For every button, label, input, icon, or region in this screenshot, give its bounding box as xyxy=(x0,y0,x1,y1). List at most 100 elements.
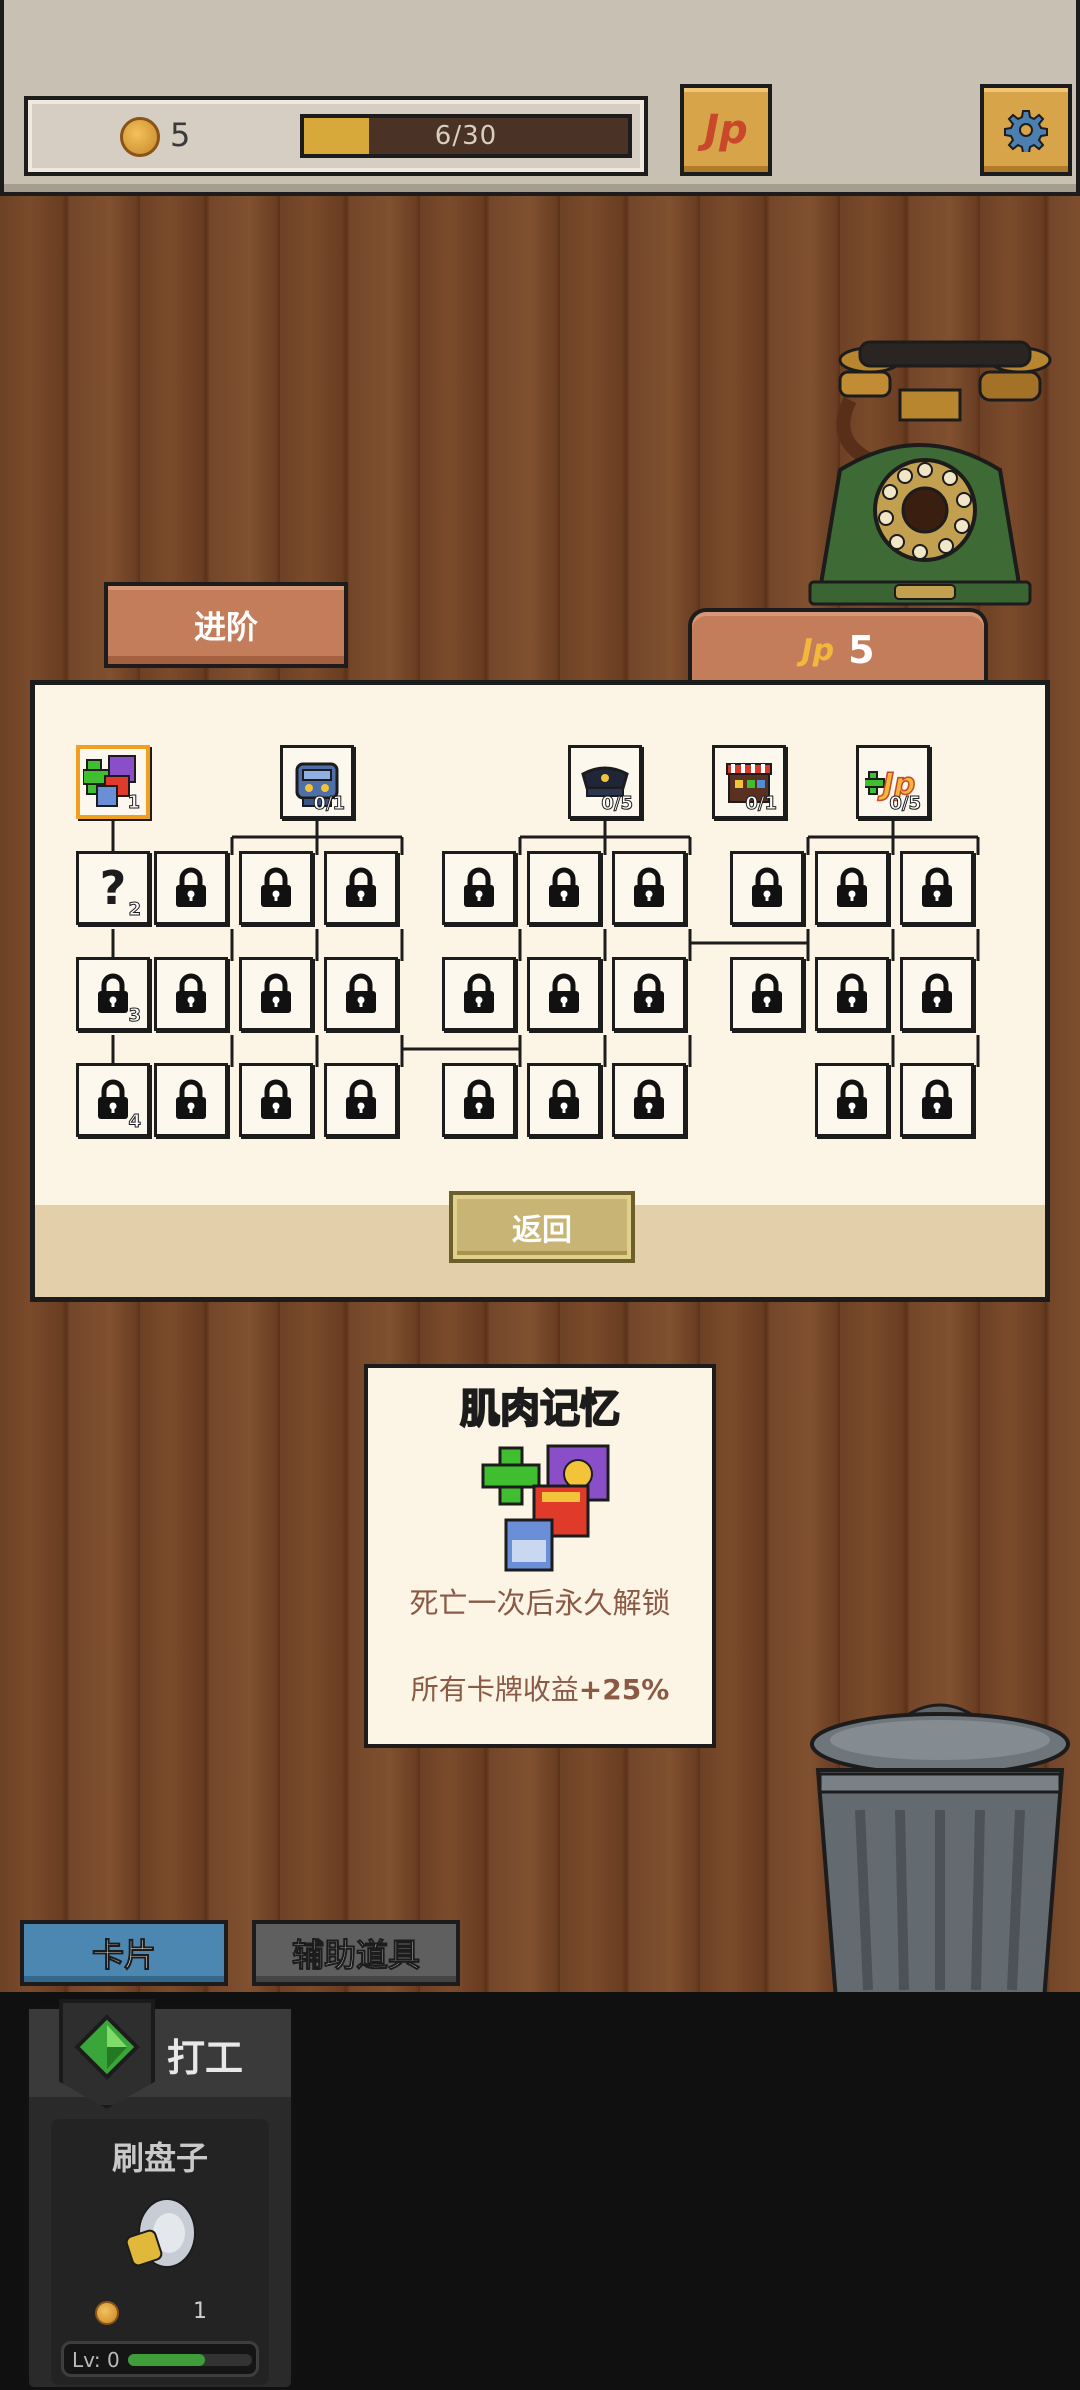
tree-node-hidden[interactable]: ? 2 xyxy=(76,851,150,925)
tree-node-locked[interactable] xyxy=(612,1063,686,1137)
tree-node-locked[interactable] xyxy=(730,851,804,925)
tree-root-shop[interactable]: 0/1 xyxy=(712,745,786,819)
lock-icon xyxy=(98,1079,128,1119)
lock-icon xyxy=(464,973,494,1013)
job-level-bar: Lv: 0 xyxy=(61,2341,259,2377)
lock-icon xyxy=(176,867,206,907)
skill-tree-panel: 1 0/1 0/5 0/1 Jp 0/5 ? 2 3 4 返回 xyxy=(30,680,1050,1302)
job-cost: 1 xyxy=(193,2299,207,2324)
jp-button[interactable]: Jp xyxy=(680,84,772,176)
tree-root-jp[interactable]: Jp 0/5 xyxy=(856,745,930,819)
lock-icon xyxy=(634,867,664,907)
tree-node-locked[interactable] xyxy=(442,1063,516,1137)
tree-node-locked[interactable] xyxy=(900,1063,974,1137)
card-effect-label: 所有卡牌收益 xyxy=(410,1673,579,1706)
muscle-memory-icon xyxy=(481,1444,610,1572)
tree-root-hat[interactable]: 0/5 xyxy=(568,745,642,819)
question-mark-icon: ? xyxy=(99,861,127,915)
lock-icon xyxy=(346,867,376,907)
tab-tools[interactable]: 辅助道具 xyxy=(252,1920,460,1986)
job-category-label: 打工 xyxy=(167,2036,244,2080)
lock-icon xyxy=(837,973,867,1013)
job-name: 刷盘子 xyxy=(111,2139,208,2177)
tree-node-locked[interactable] xyxy=(900,957,974,1031)
lock-icon xyxy=(346,973,376,1013)
job-level-label: Lv: 0 xyxy=(72,2348,120,2372)
tree-node-locked[interactable] xyxy=(815,957,889,1031)
tree-node-locked[interactable] xyxy=(154,1063,228,1137)
tree-node-locked[interactable] xyxy=(324,851,398,925)
dish-sponge-icon xyxy=(125,2198,196,2268)
points-tab: Jp 5 xyxy=(688,608,988,688)
lock-icon xyxy=(922,973,952,1013)
job-inner: 刷盘子 1 Lv: 0 xyxy=(51,2119,269,2385)
back-button[interactable]: 返回 xyxy=(449,1191,635,1263)
tree-node-locked[interactable] xyxy=(527,1063,601,1137)
lock-icon xyxy=(752,973,782,1013)
resource-bar: 5 6/30 xyxy=(24,96,648,176)
lock-icon xyxy=(837,867,867,907)
advance-tab[interactable]: 进阶 xyxy=(104,582,348,668)
trash-can-icon[interactable] xyxy=(800,1690,1080,2000)
tree-node-locked[interactable] xyxy=(612,851,686,925)
settings-button[interactable] xyxy=(980,84,1072,176)
coin-icon xyxy=(95,2301,119,2325)
tree-node-locked[interactable] xyxy=(527,957,601,1031)
coin-count: 5 xyxy=(170,116,191,154)
card-detail: 肌肉记忆 死亡一次后永久解锁 所有卡牌收益+25% xyxy=(364,1364,716,1748)
job-card[interactable]: 打工 刷盘子 1 Lv: 0 xyxy=(26,1999,294,2390)
lock-icon xyxy=(634,1079,664,1119)
tree-node-locked[interactable] xyxy=(442,957,516,1031)
node-count: 0/1 xyxy=(745,793,778,815)
tree-node-locked[interactable] xyxy=(815,851,889,925)
lock-icon xyxy=(464,867,494,907)
card-title: 肌肉记忆 xyxy=(459,1385,621,1433)
xp-fill xyxy=(128,2354,205,2366)
tree-node-locked[interactable] xyxy=(527,851,601,925)
node-count: 4 xyxy=(128,1111,141,1133)
tab-cards[interactable]: 卡片 xyxy=(20,1920,228,1986)
lock-icon xyxy=(837,1079,867,1119)
telephone-icon[interactable] xyxy=(780,320,1060,610)
lock-icon xyxy=(922,1079,952,1119)
green-gem-icon xyxy=(74,2014,140,2080)
jp-icon: Jp xyxy=(704,107,748,153)
lock-icon xyxy=(922,867,952,907)
card-effect-value: +25% xyxy=(578,1673,670,1706)
tree-node-locked[interactable] xyxy=(154,851,228,925)
lock-icon xyxy=(464,1079,494,1119)
card-unlock-text: 死亡一次后永久解锁 xyxy=(409,1586,671,1620)
tree-node-locked[interactable] xyxy=(239,957,313,1031)
tree-root-muscle-memory[interactable]: 1 xyxy=(76,745,150,819)
tree-node-locked[interactable] xyxy=(239,851,313,925)
node-count: 2 xyxy=(128,899,141,921)
lock-icon xyxy=(176,973,206,1013)
node-count: 0/1 xyxy=(313,793,346,815)
lock-icon xyxy=(549,1079,579,1119)
card-effect-text: 所有卡牌收益+25% xyxy=(368,1668,712,1708)
tree-node-locked[interactable] xyxy=(900,851,974,925)
lock-icon xyxy=(176,1079,206,1119)
lock-icon xyxy=(752,867,782,907)
node-count: 0/5 xyxy=(889,793,922,815)
jp-points-icon: Jp xyxy=(801,632,835,668)
coin-icon xyxy=(120,117,160,157)
node-count: 3 xyxy=(128,1005,141,1027)
tree-node-locked[interactable] xyxy=(442,851,516,925)
lock-icon xyxy=(549,867,579,907)
tree-node-locked[interactable] xyxy=(730,957,804,1031)
points-value: 5 xyxy=(848,628,875,672)
lock-icon xyxy=(346,1079,376,1119)
lock-icon xyxy=(261,973,291,1013)
tree-node-locked[interactable] xyxy=(815,1063,889,1137)
lock-icon xyxy=(261,867,291,907)
tree-node-locked[interactable] xyxy=(239,1063,313,1137)
tree-node-locked[interactable] xyxy=(154,957,228,1031)
tree-node-locked[interactable] xyxy=(324,957,398,1031)
progress-bar: 6/30 xyxy=(300,114,632,158)
tree-node-locked[interactable]: 3 xyxy=(76,957,150,1031)
tree-root-robot[interactable]: 0/1 xyxy=(280,745,354,819)
tree-node-locked[interactable]: 4 xyxy=(76,1063,150,1137)
tree-node-locked[interactable] xyxy=(612,957,686,1031)
tree-node-locked[interactable] xyxy=(324,1063,398,1137)
